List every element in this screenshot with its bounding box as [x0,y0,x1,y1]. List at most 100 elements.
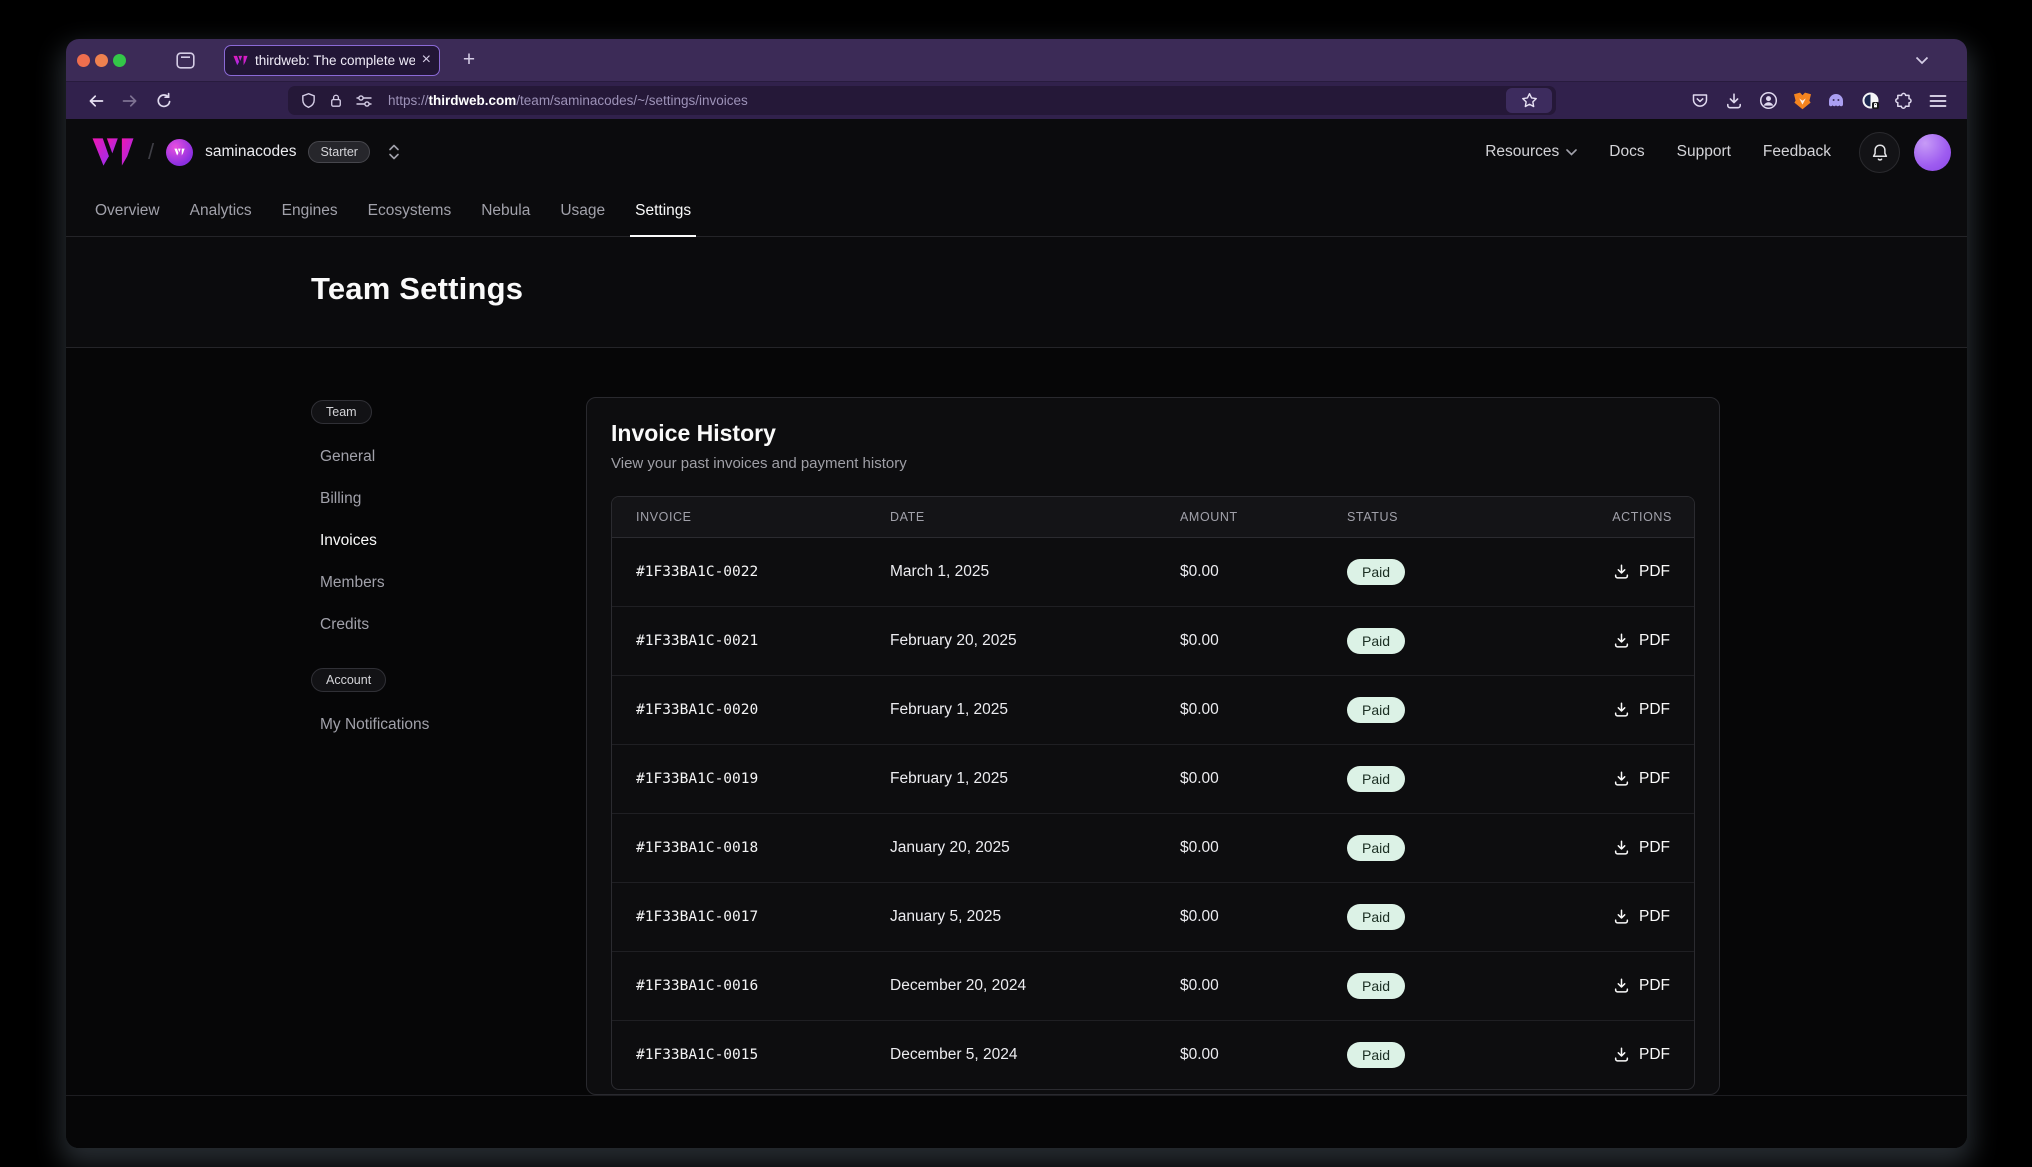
url-text[interactable]: https://thirdweb.com/team/saminacodes/~/… [388,93,1495,108]
download-pdf-button[interactable]: PDF [1603,900,1680,934]
status-badge: Paid [1347,697,1405,723]
header-link[interactable]: Docs [1609,143,1644,161]
notifications-button[interactable] [1859,132,1900,173]
bookmark-button[interactable] [1506,88,1552,113]
invoice-table: INVOICEDATEAMOUNTSTATUSACTIONS #1F33BA1C… [611,496,1695,1090]
invoice-actions-cell: PDF [1537,744,1695,813]
invoice-status-cell: Paid [1347,675,1537,744]
invoice-status-cell: Paid [1347,744,1537,813]
browser-tab[interactable]: thirdweb: The complete web3 d × [224,45,440,76]
dashboard-tab[interactable]: Usage [545,185,620,236]
thirdweb-logo[interactable] [90,137,136,167]
download-pdf-button[interactable]: PDF [1603,624,1680,658]
team-avatar[interactable] [166,139,193,166]
sidebar-item[interactable]: Billing [311,478,551,520]
card-subtitle: View your past invoices and payment hist… [611,455,1695,472]
extensions-button[interactable] [1887,86,1921,116]
close-tab-button[interactable]: × [422,52,431,68]
download-pdf-button[interactable]: PDF [1603,831,1680,865]
column-header: STATUS [1347,497,1537,537]
reload-icon [155,92,173,110]
maximize-window-button[interactable] [113,54,126,67]
invoice-date: February 1, 2025 [890,744,1180,813]
forward-button[interactable] [113,86,147,116]
status-badge: Paid [1347,904,1405,930]
lock-icon[interactable] [328,92,344,109]
invoice-status-cell: Paid [1347,1020,1537,1089]
permissions-icon[interactable] [355,94,373,108]
metamask-button[interactable] [1785,86,1819,116]
shield-icon[interactable] [300,92,317,109]
reload-button[interactable] [147,86,181,116]
url-bar[interactable]: https://thirdweb.com/team/saminacodes/~/… [288,86,1556,115]
sidebar-item[interactable]: General [311,436,551,478]
list-tabs-button[interactable] [1907,45,1937,75]
invoice-id: #1F33BA1C-0017 [612,882,890,951]
team-switcher-button[interactable] [382,140,406,164]
page-title: Team Settings [66,237,1967,307]
sidebar-group: Account My Notifications [311,668,551,746]
chevron-down-icon [1915,56,1929,65]
card-title: Invoice History [611,420,1695,447]
invoice-id: #1F33BA1C-0022 [612,537,890,606]
minimize-window-button[interactable] [95,54,108,67]
dashboard-tab[interactable]: Overview [80,185,175,236]
title-band: Team Settings [66,237,1967,348]
team-name[interactable]: saminacodes [205,143,296,161]
dashboard-tab[interactable]: Nebula [466,185,545,236]
download-pdf-button[interactable]: PDF [1603,1038,1680,1072]
account-button[interactable] [1751,86,1785,116]
sidebar-item[interactable]: Invoices [311,520,551,562]
thirdweb-favicon [233,55,248,66]
phantom-button[interactable] [1819,86,1853,116]
header-link[interactable]: Support [1677,143,1731,161]
metamask-icon [1793,92,1812,110]
invoice-date: December 5, 2024 [890,1020,1180,1089]
download-icon [1613,977,1630,994]
header-link[interactable]: Resources [1485,143,1577,161]
dashboard-tab[interactable]: Analytics [175,185,267,236]
back-button[interactable] [79,86,113,116]
invoice-amount: $0.00 [1180,1020,1347,1089]
invoice-id: #1F33BA1C-0018 [612,813,890,882]
dashboard-tab[interactable]: Ecosystems [353,185,467,236]
sidebar-item[interactable]: Credits [311,604,551,646]
firefox-view-button[interactable] [168,45,202,75]
close-window-button[interactable] [77,54,90,67]
download-pdf-button[interactable]: PDF [1603,693,1680,727]
settings-sidebar: Team GeneralBillingInvoicesMembersCredit… [311,348,551,746]
download-pdf-button[interactable]: PDF [1603,555,1680,589]
downloads-button[interactable] [1717,86,1751,116]
menu-button[interactable] [1921,86,1955,116]
pocket-icon [1691,92,1709,109]
status-badge: Paid [1347,766,1405,792]
invoice-history-card: Invoice History View your past invoices … [586,397,1720,1095]
invoice-id: #1F33BA1C-0021 [612,606,890,675]
invoice-date: December 20, 2024 [890,951,1180,1020]
chevron-down-icon [1566,149,1577,156]
header-link[interactable]: Feedback [1763,143,1831,161]
dashboard-tab[interactable]: Settings [620,185,706,236]
breadcrumb-separator: / [148,139,154,165]
invoice-amount: $0.00 [1180,606,1347,675]
dashboard-tab[interactable]: Engines [267,185,353,236]
download-icon [1613,770,1630,787]
sidebar-item[interactable]: My Notifications [311,704,551,746]
invoice-date: January 20, 2025 [890,813,1180,882]
status-badge: Paid [1347,835,1405,861]
star-icon [1521,92,1538,109]
user-avatar[interactable] [1914,134,1951,171]
download-pdf-button[interactable]: PDF [1603,969,1680,1003]
new-tab-button[interactable]: + [454,45,484,75]
invoice-actions-cell: PDF [1537,537,1695,606]
invoice-actions-cell: PDF [1537,606,1695,675]
invoice-status-cell: Paid [1347,537,1537,606]
sidebar-items: My Notifications [311,704,551,746]
download-pdf-button[interactable]: PDF [1603,762,1680,796]
column-header: ACTIONS [1537,497,1695,537]
password-manager-button[interactable] [1853,86,1887,116]
invoice-row: #1F33BA1C-0016 December 20, 2024 $0.00 P… [612,951,1695,1020]
invoice-id: #1F33BA1C-0016 [612,951,890,1020]
sidebar-item[interactable]: Members [311,562,551,604]
pocket-button[interactable] [1683,86,1717,116]
